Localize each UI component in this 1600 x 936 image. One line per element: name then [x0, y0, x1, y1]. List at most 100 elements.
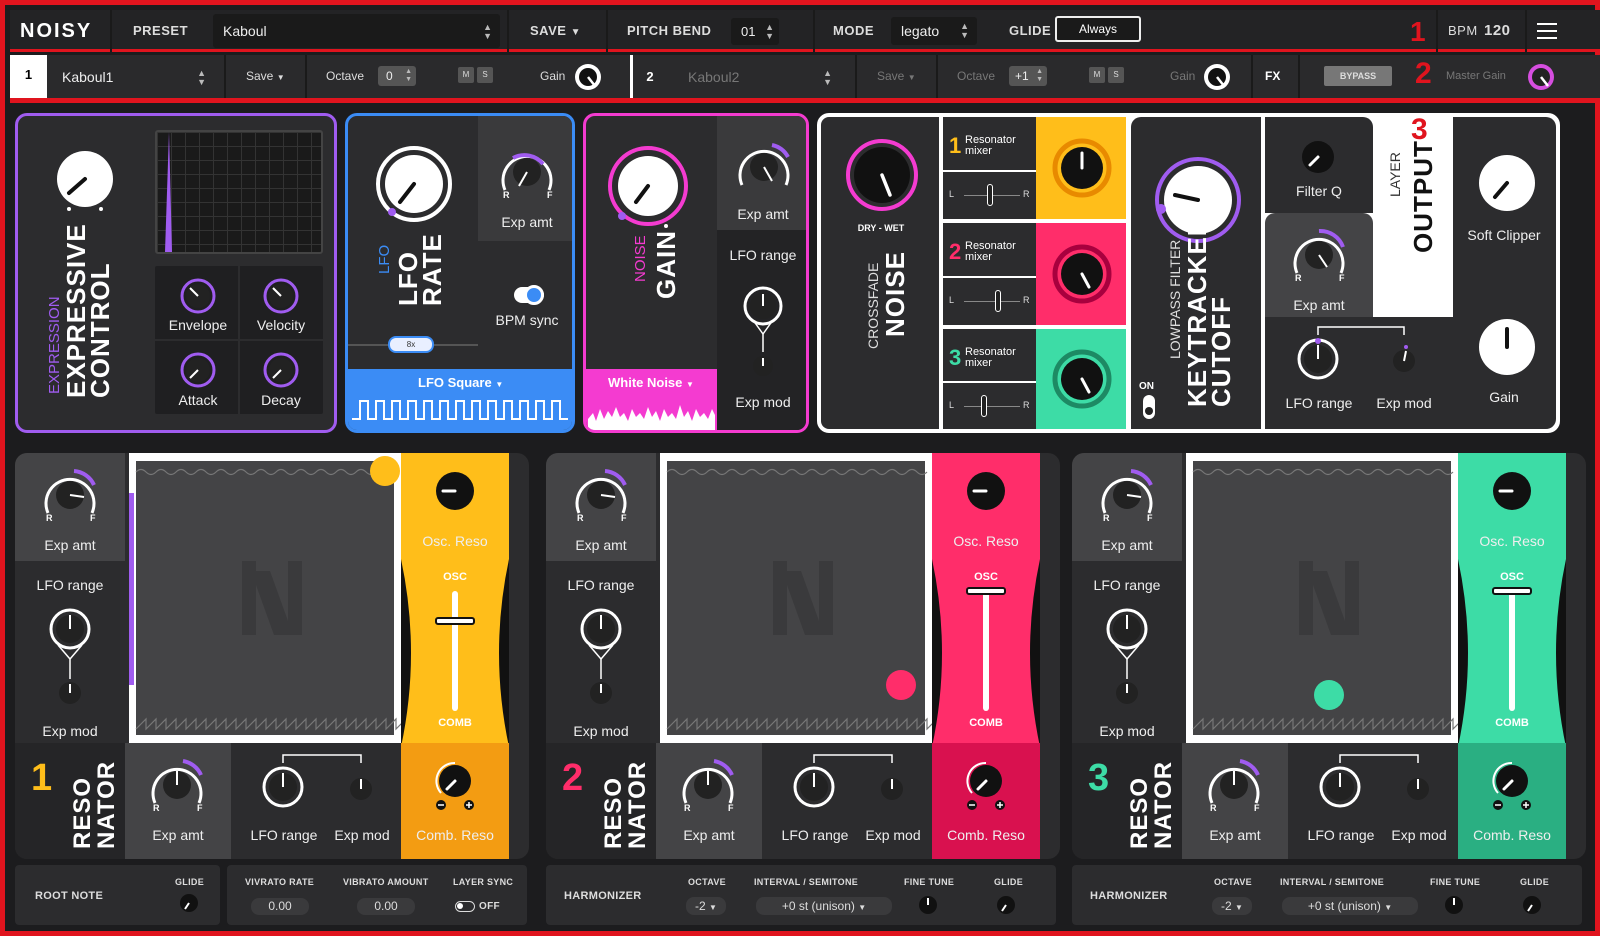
reso-2-bottom-exp-amt-label: Exp amt	[683, 827, 735, 843]
save-button[interactable]: SAVE ▼	[530, 10, 581, 52]
attack-knob[interactable]	[180, 352, 216, 388]
resonator-3-panel: RF Exp amt LFO range Exp mod Osc. Reso O…	[1072, 453, 1586, 859]
root-note-section: ROOT NOTE GLIDE	[15, 865, 220, 925]
harmonizer-3-glide-knob[interactable]	[1522, 895, 1542, 915]
layer-1-tab[interactable]: 1	[10, 55, 47, 98]
vibrato-rate-field[interactable]: 0.00	[251, 898, 309, 915]
root-glide-knob[interactable]	[179, 893, 199, 913]
layer-2-mute-button[interactable]: M	[1089, 67, 1105, 83]
harmonizer-3-interval-select[interactable]: +0 st (unison) ▼	[1282, 897, 1418, 915]
harmonizer-2-glide-knob[interactable]	[996, 895, 1016, 915]
bypass-button[interactable]: BYPASS	[1324, 66, 1392, 86]
filter-q-knob[interactable]	[1300, 139, 1336, 175]
layer-2-solo-button[interactable]: S	[1108, 67, 1124, 83]
noise-lfo-range-knob[interactable]	[739, 286, 787, 386]
noise-exp-amt-knob[interactable]	[730, 141, 798, 193]
filter-on-toggle[interactable]	[1143, 395, 1155, 419]
reso-3-bottom-lfo-range-label: LFO range	[1307, 827, 1375, 843]
glide-mode-button[interactable]: Always	[1055, 16, 1141, 42]
pitch-bend-select[interactable]: 01 ▲ ▼	[731, 18, 779, 45]
reso-3-xy-point[interactable]	[1314, 680, 1344, 710]
reso-2-xy-pad[interactable]	[666, 461, 938, 735]
layer-1-solo-button[interactable]: S	[477, 67, 493, 83]
reso-2-bottom-lfo-exp-knobs[interactable]	[786, 753, 916, 815]
layer-2-octave-select[interactable]: +1 ▲ ▼	[1009, 66, 1047, 86]
layer-2-preset-select[interactable]: Kaboul2 ▲ ▼	[680, 59, 840, 95]
reso-3-bottom-exp-amt-knob[interactable]: RF	[1200, 759, 1268, 813]
res-2-pan-slider[interactable]	[995, 290, 1001, 312]
reso-3-exp-amt-knob[interactable]: RF	[1093, 469, 1161, 523]
layer-1-gain-knob[interactable]	[573, 62, 603, 92]
layer-2-save-button[interactable]: Save ▼	[877, 69, 916, 83]
res-1-pan-slider[interactable]	[987, 184, 993, 206]
reso-2-osc-reso-knob[interactable]	[966, 471, 1006, 511]
reso-1-xy-pad[interactable]	[135, 461, 407, 735]
velocity-knob[interactable]	[263, 278, 299, 314]
filter-lfo-exp-knobs[interactable]	[1296, 325, 1426, 387]
layer-sync-toggle[interactable]	[455, 901, 475, 912]
expressive-control-knob[interactable]	[55, 149, 115, 211]
reso-3-lfo-range-knob[interactable]	[1103, 608, 1151, 721]
reso-2-lfo-range-knob[interactable]	[577, 608, 625, 721]
output-gain-knob[interactable]	[1477, 317, 1537, 377]
filter-exp-amt-knob[interactable]: RF	[1285, 228, 1353, 283]
reso-3-osc-reso-knob[interactable]	[1492, 471, 1532, 511]
menu-icon[interactable]	[1537, 23, 1557, 39]
lfo-multiplier-slider[interactable]: 8x	[388, 336, 434, 353]
layer-2-gain-knob[interactable]	[1202, 62, 1232, 92]
dry-wet-knob[interactable]	[846, 139, 918, 211]
reso-1-exp-amt-knob[interactable]: RF	[36, 469, 104, 523]
reso-1-bottom-lfo-exp-knobs[interactable]	[255, 753, 385, 815]
envelope-knob[interactable]	[180, 278, 216, 314]
res-3-pan-slider[interactable]	[981, 395, 987, 417]
reso-1-number: 1	[31, 757, 53, 799]
harmonizer-2-octave-select[interactable]: -2 ▼	[686, 897, 726, 915]
layer-1-preset-select[interactable]: Kaboul1 ▲ ▼	[54, 59, 214, 95]
reso-1-bottom-exp-amt-knob[interactable]: RF	[143, 759, 211, 813]
reso-1-xy-point[interactable]	[370, 456, 400, 486]
envelope-graph[interactable]	[155, 130, 323, 254]
reso-1-comb-reso-knob[interactable]	[435, 761, 475, 810]
layer-2-tab[interactable]: 2	[640, 69, 660, 84]
vibrato-amount-field[interactable]: 0.00	[357, 898, 415, 915]
reso-2-comb-reso-knob[interactable]	[966, 761, 1006, 810]
reso-2-xy-point[interactable]	[886, 670, 916, 700]
saw-wave-icon	[1192, 717, 1464, 731]
reso-1-osc-reso-knob[interactable]	[435, 471, 475, 511]
harmonizer-3-octave-select[interactable]: -2 ▼	[1212, 897, 1252, 915]
noisy-watermark-icon	[773, 561, 833, 635]
harmonizer-2-interval-select[interactable]: +0 st (unison) ▼	[756, 897, 892, 915]
lfo-rate-knob[interactable]	[376, 146, 452, 222]
reso-3-comb-reso-knob[interactable]	[1492, 761, 1532, 810]
lowpass-filter-label: LOWPASS FILTER	[1167, 239, 1183, 359]
harmonizer-3-fine-tune-knob[interactable]	[1444, 895, 1464, 915]
master-gain-knob[interactable]	[1526, 62, 1556, 92]
noise-type-select[interactable]: White Noise ▼	[608, 375, 694, 390]
res-3-mix-knob[interactable]	[1052, 349, 1112, 409]
lfo-shape-select[interactable]: LFO Square ▼	[418, 375, 503, 390]
reso-1-osc-comb-thumb[interactable]	[435, 617, 475, 625]
bpm-sync-toggle[interactable]	[514, 285, 544, 305]
top-bar: NOISY PRESET Kaboul ▲ ▼ SAVE ▼ PITCH BEND …	[10, 10, 1600, 52]
reso-3-bottom-lfo-exp-knobs[interactable]	[1312, 753, 1442, 815]
soft-clipper-knob[interactable]	[1477, 153, 1537, 213]
lfo-exp-amt-knob[interactable]: RF	[493, 146, 561, 200]
caret-down-icon: ▼	[858, 903, 867, 912]
layer-1-gain-label: Gain	[540, 69, 566, 83]
layer-1-save-button[interactable]: Save ▼	[246, 69, 285, 83]
reso-1-lfo-range-knob[interactable]	[46, 608, 94, 721]
reso-2-bottom-exp-amt-knob[interactable]: RF	[674, 759, 742, 813]
res-2-mix-knob[interactable]	[1052, 244, 1112, 304]
decay-knob[interactable]	[263, 352, 299, 388]
reso-2-osc-comb-thumb[interactable]	[966, 587, 1006, 595]
reso-3-osc-comb-thumb[interactable]	[1492, 587, 1532, 595]
preset-select[interactable]: Kaboul ▲ ▼	[213, 14, 500, 48]
layer-1-mute-button[interactable]: M	[458, 67, 474, 83]
attack-label: Attack	[178, 392, 218, 408]
res-1-mix-knob[interactable]	[1052, 138, 1112, 198]
harmonizer-2-fine-tune-knob[interactable]	[918, 895, 938, 915]
layer-1-octave-select[interactable]: 0 ▲ ▼	[378, 66, 416, 86]
mode-select[interactable]: legato ▲ ▼	[891, 17, 977, 45]
reso-2-exp-amt-knob[interactable]: RF	[567, 469, 635, 523]
noise-gain-knob[interactable]	[608, 146, 688, 228]
